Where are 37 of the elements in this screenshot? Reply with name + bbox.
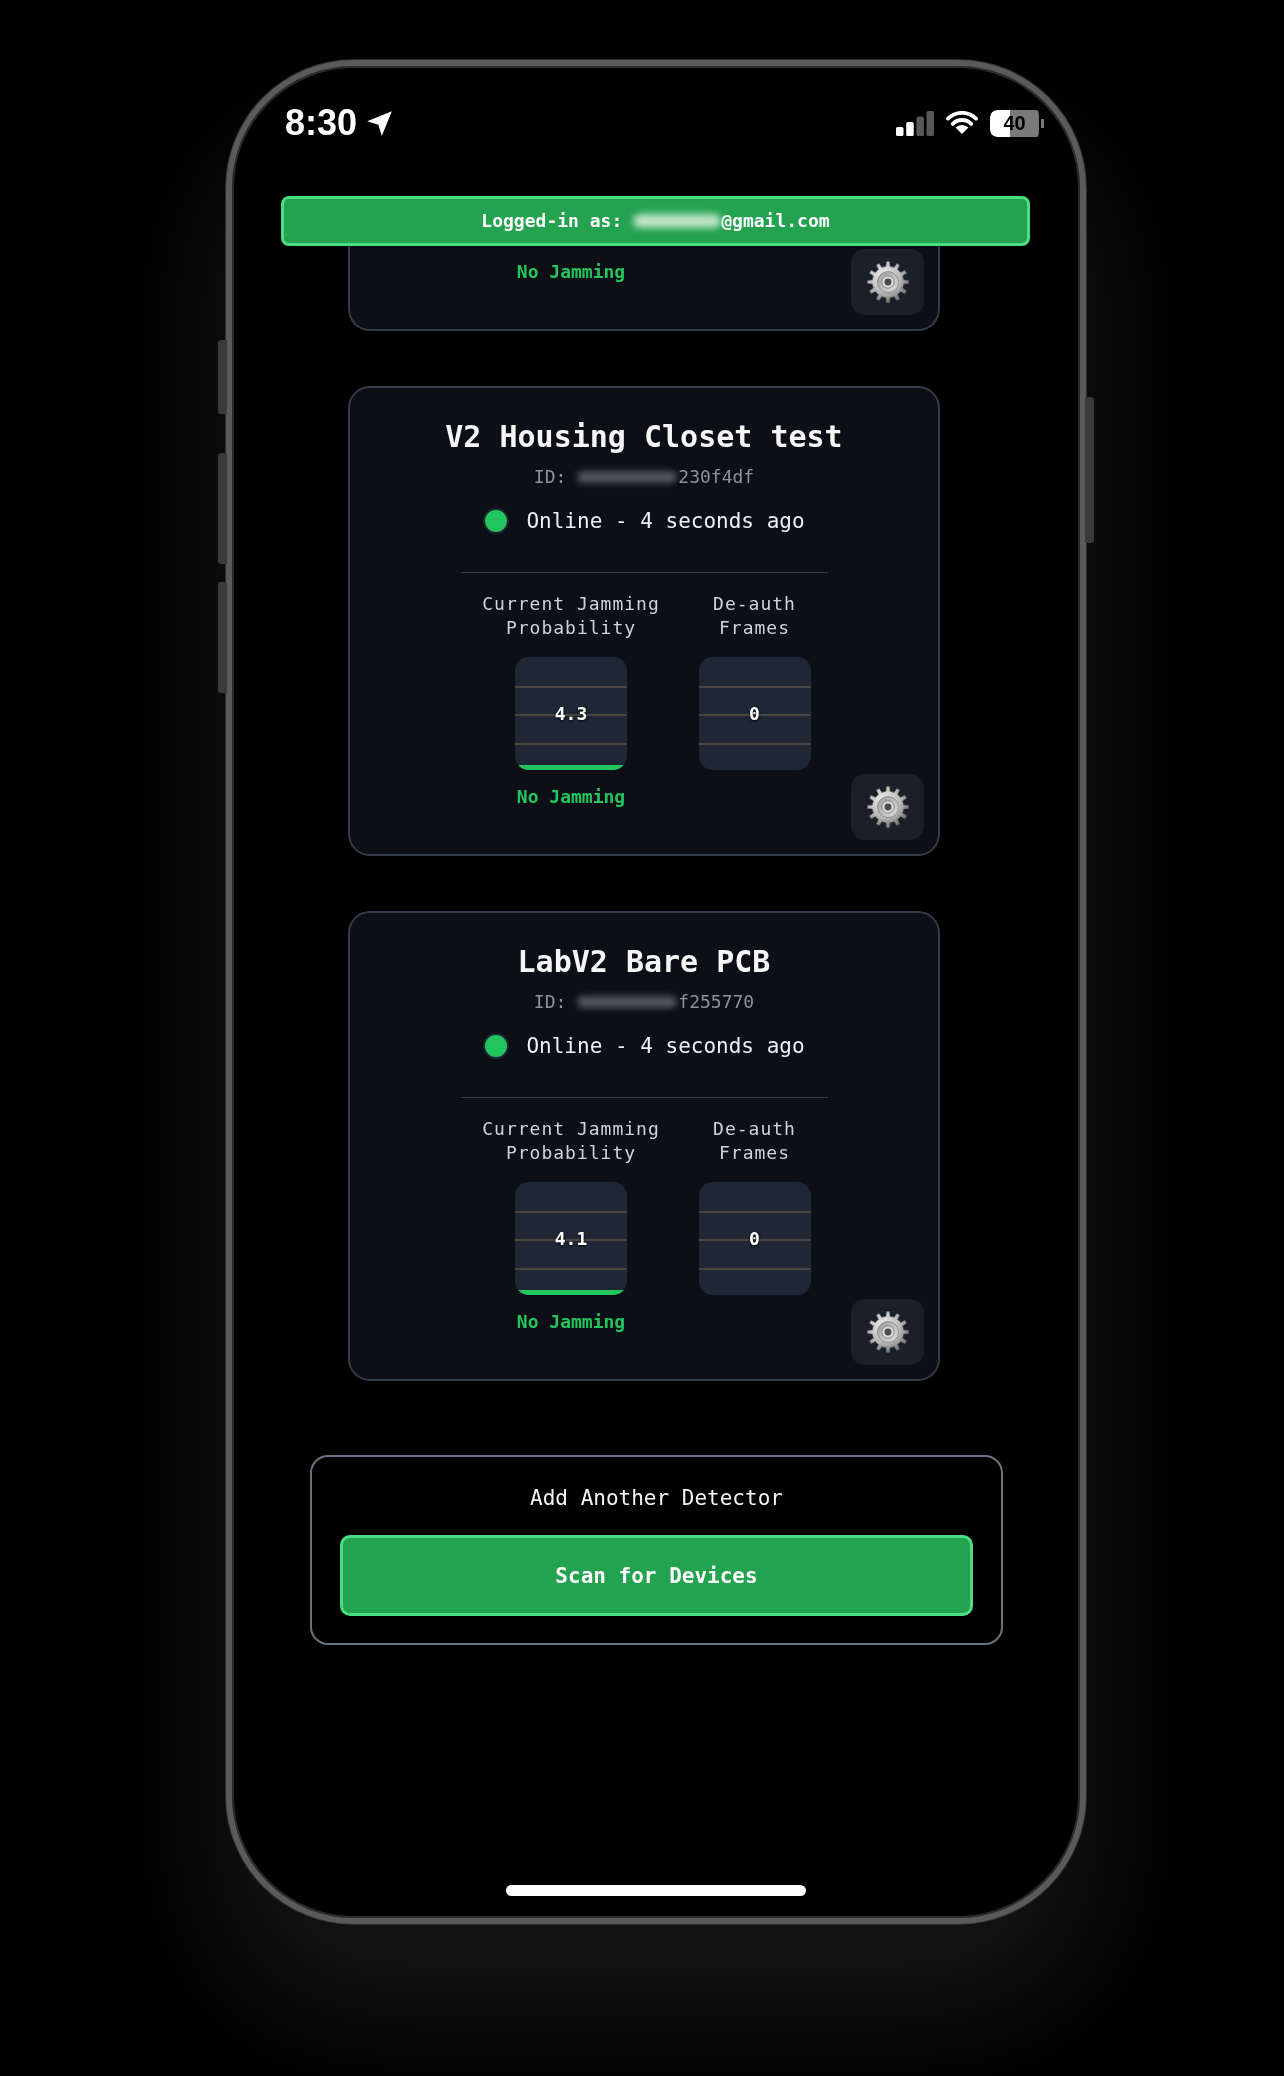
device-name: V2 Housing Closet test [445,419,843,455]
device-id: 230f4df [678,465,755,489]
device-name: LabV2 Bare PCB [517,944,771,980]
jamming-status: No Jamming [516,260,626,284]
gauge-value: 4.1 [554,1226,588,1251]
jamming-status: No Jamming [516,1310,626,1334]
location-arrow-icon [366,109,394,137]
settings-icon [866,261,909,303]
metric-label: De-auth Frames [712,592,797,640]
metric-label: Current Jamming Probability [481,592,661,640]
settings-button[interactable] [851,249,924,315]
phone-side-button[interactable] [218,582,227,693]
cellular-signal-icon [896,110,934,136]
last-seen-text: Online - 4 seconds ago [526,508,805,535]
scan-button[interactable]: Scan for Devices [340,1535,973,1616]
email-text: @gmail.com [721,209,830,233]
phone-side-button[interactable] [218,340,227,414]
id-label: ID: [533,990,567,1014]
metric-label: Current Jamming Probability [481,1117,661,1165]
settings-icon [866,1311,909,1353]
gauge-value: 4.3 [554,701,588,726]
settings-button[interactable] [851,774,924,840]
phone-side-button[interactable] [1085,397,1094,543]
wifi-icon [945,111,979,135]
settings-button[interactable] [851,1299,924,1365]
phone-side-button[interactable] [218,453,227,564]
jamming-status: No Jamming [516,785,626,809]
panel-title: Add Another Detector [530,1485,783,1511]
id-label: ID: [533,465,567,489]
metric-label: De-auth Frames [712,1117,797,1165]
device-id: f255770 [678,990,755,1014]
gauge-value: 0 [749,1226,760,1251]
clock-time: 8:30 [285,108,358,138]
settings-icon [866,786,909,828]
last-seen-text: Online - 4 seconds ago [526,1033,805,1060]
gauge-value: 0 [749,701,760,726]
login-label: Logged-in as: [481,209,623,233]
